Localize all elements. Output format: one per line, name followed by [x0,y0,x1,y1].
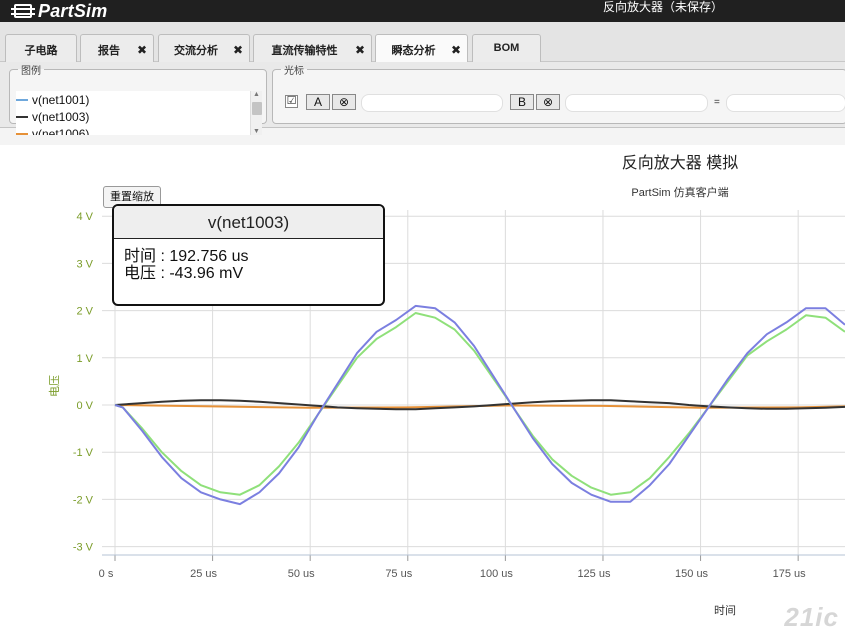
x-tick-label: 75 us [385,568,412,580]
partsim-app: PartSim 反向放大器（未保存） 子电路 报告 ✖ 交流分析 ✖ 直流传输特… [0,0,845,639]
legend-item-label: v(net1006) [32,126,90,136]
tab-dc-transfer[interactable]: 直流传输特性 ✖ [253,34,372,62]
tab-transient-analysis[interactable]: 瞬态分析 ✖ [375,34,468,63]
cursor-panel-title: 光标 [284,66,304,77]
transient-chart[interactable]: -3 V -2 V -1 V 0 V 1 V 2 V 3 V 4 V 0 s 25 us 50 us… [0,145,845,639]
analysis-tabs: 子电路 报告 ✖ 交流分析 ✖ 直流传输特性 ✖ 瞬态分析 ✖ BOM [0,22,845,63]
cursor-a-button[interactable]: A [306,94,330,110]
y-tick-label: -1 V [73,447,94,459]
cursor-b-button[interactable]: B [510,94,534,110]
x-tick-label: 25 us [190,568,217,580]
scroll-down-icon[interactable]: ▼ [253,128,260,135]
partsim-logo[interactable]: PartSim [11,0,108,22]
legend-item[interactable]: v(net1003) [16,108,256,125]
tooltip-body: 时间 : 192.756 us 电压 : -43.96 mV [114,239,383,291]
legend-panel: 图例 v(net1001) v(net1003) v(net1006) ▲ ▼ [9,62,267,135]
y-tick-label: 1 V [76,353,93,365]
cursor-b-value[interactable] [565,94,708,112]
series-swatch [16,132,28,135]
y-axis-label: 电压 [48,375,61,397]
legend-item-label: v(net1001) [32,92,90,107]
legend-list[interactable]: v(net1001) v(net1003) v(net1006) [16,91,256,135]
close-icon[interactable]: ✖ [233,44,243,56]
x-tick-label: 175 us [773,568,807,580]
chart-title: 反向放大器 模拟 [622,154,738,172]
chart-subtitle: PartSim 仿真客户端 [631,185,728,199]
y-tick-label: 4 V [76,211,93,223]
top-header: PartSim 反向放大器（未保存） [0,0,845,22]
logo-text: PartSim [38,0,108,21]
legend-item-label: v(net1003) [32,109,90,124]
scroll-thumb[interactable] [252,102,262,115]
close-icon[interactable]: ✖ [355,44,365,56]
tab-bom[interactable]: BOM [472,34,541,62]
series-swatch [16,98,28,101]
scroll-up-icon[interactable]: ▲ [253,91,260,98]
cursor-a-value[interactable] [361,94,503,112]
legend-scrollbar[interactable]: ▲ ▼ [250,91,262,135]
x-tick-label: 100 us [480,568,514,580]
legend-item[interactable]: v(net1006) [16,125,256,135]
y-tick-label: -3 V [73,542,94,554]
cursor-delta-value[interactable] [726,94,845,112]
y-tick-label: 0 V [76,400,93,412]
cursor-b-clear-button[interactable]: ⊗ [536,94,560,110]
y-tick-label: 2 V [76,306,93,318]
x-tick-label: 125 us [577,568,611,580]
series-line-trace-3[interactable] [114,312,845,496]
tab-label: 子电路 [24,45,58,57]
equals-sign: = [714,97,720,108]
tab-label: BOM [493,42,520,54]
x-axis-label: 时间 [714,604,736,617]
close-icon[interactable]: ✖ [137,44,147,56]
cursor-enable-checkbox[interactable]: ☑ [285,95,298,108]
tab-label: 报告 [98,45,120,57]
legend-item[interactable]: v(net1001) [16,91,256,108]
y-tick-label: -2 V [73,494,94,506]
y-tick-label: 3 V [76,258,93,270]
chip-icon [11,4,35,18]
legend-panel-title: 图例 [21,66,41,77]
tooltip-voltage: 电压 : -43.96 mV [124,265,244,282]
document-title: 反向放大器（未保存） [602,0,723,14]
data-tooltip: v(net1003) 时间 : 192.756 us 电压 : -43.96 m… [112,204,385,306]
control-panel: 图例 v(net1001) v(net1003) v(net1006) ▲ ▼ … [0,62,845,135]
series-swatch [16,115,28,118]
tab-label: 交流分析 [174,45,218,57]
x-tick-label: 150 us [675,568,709,580]
tab-ac-analysis[interactable]: 交流分析 ✖ [158,34,250,62]
tab-label: 直流传输特性 [271,45,338,57]
watermark-logo: 21ic [784,602,839,632]
tab-subcircuit[interactable]: 子电路 [5,34,77,62]
x-tick-label: 50 us [288,568,315,580]
tooltip-time: 时间 : 192.756 us [124,248,249,265]
cursor-a-clear-button[interactable]: ⊗ [332,94,356,110]
tooltip-title: v(net1003) [114,206,383,239]
tab-label: 瞬态分析 [391,45,436,57]
tab-report[interactable]: 报告 ✖ [80,34,154,62]
x-tick-label: 0 s [99,568,114,580]
close-icon[interactable]: ✖ [451,44,461,56]
cursor-panel: 光标 ☑ A ⊗ B ⊗ = [272,62,845,124]
